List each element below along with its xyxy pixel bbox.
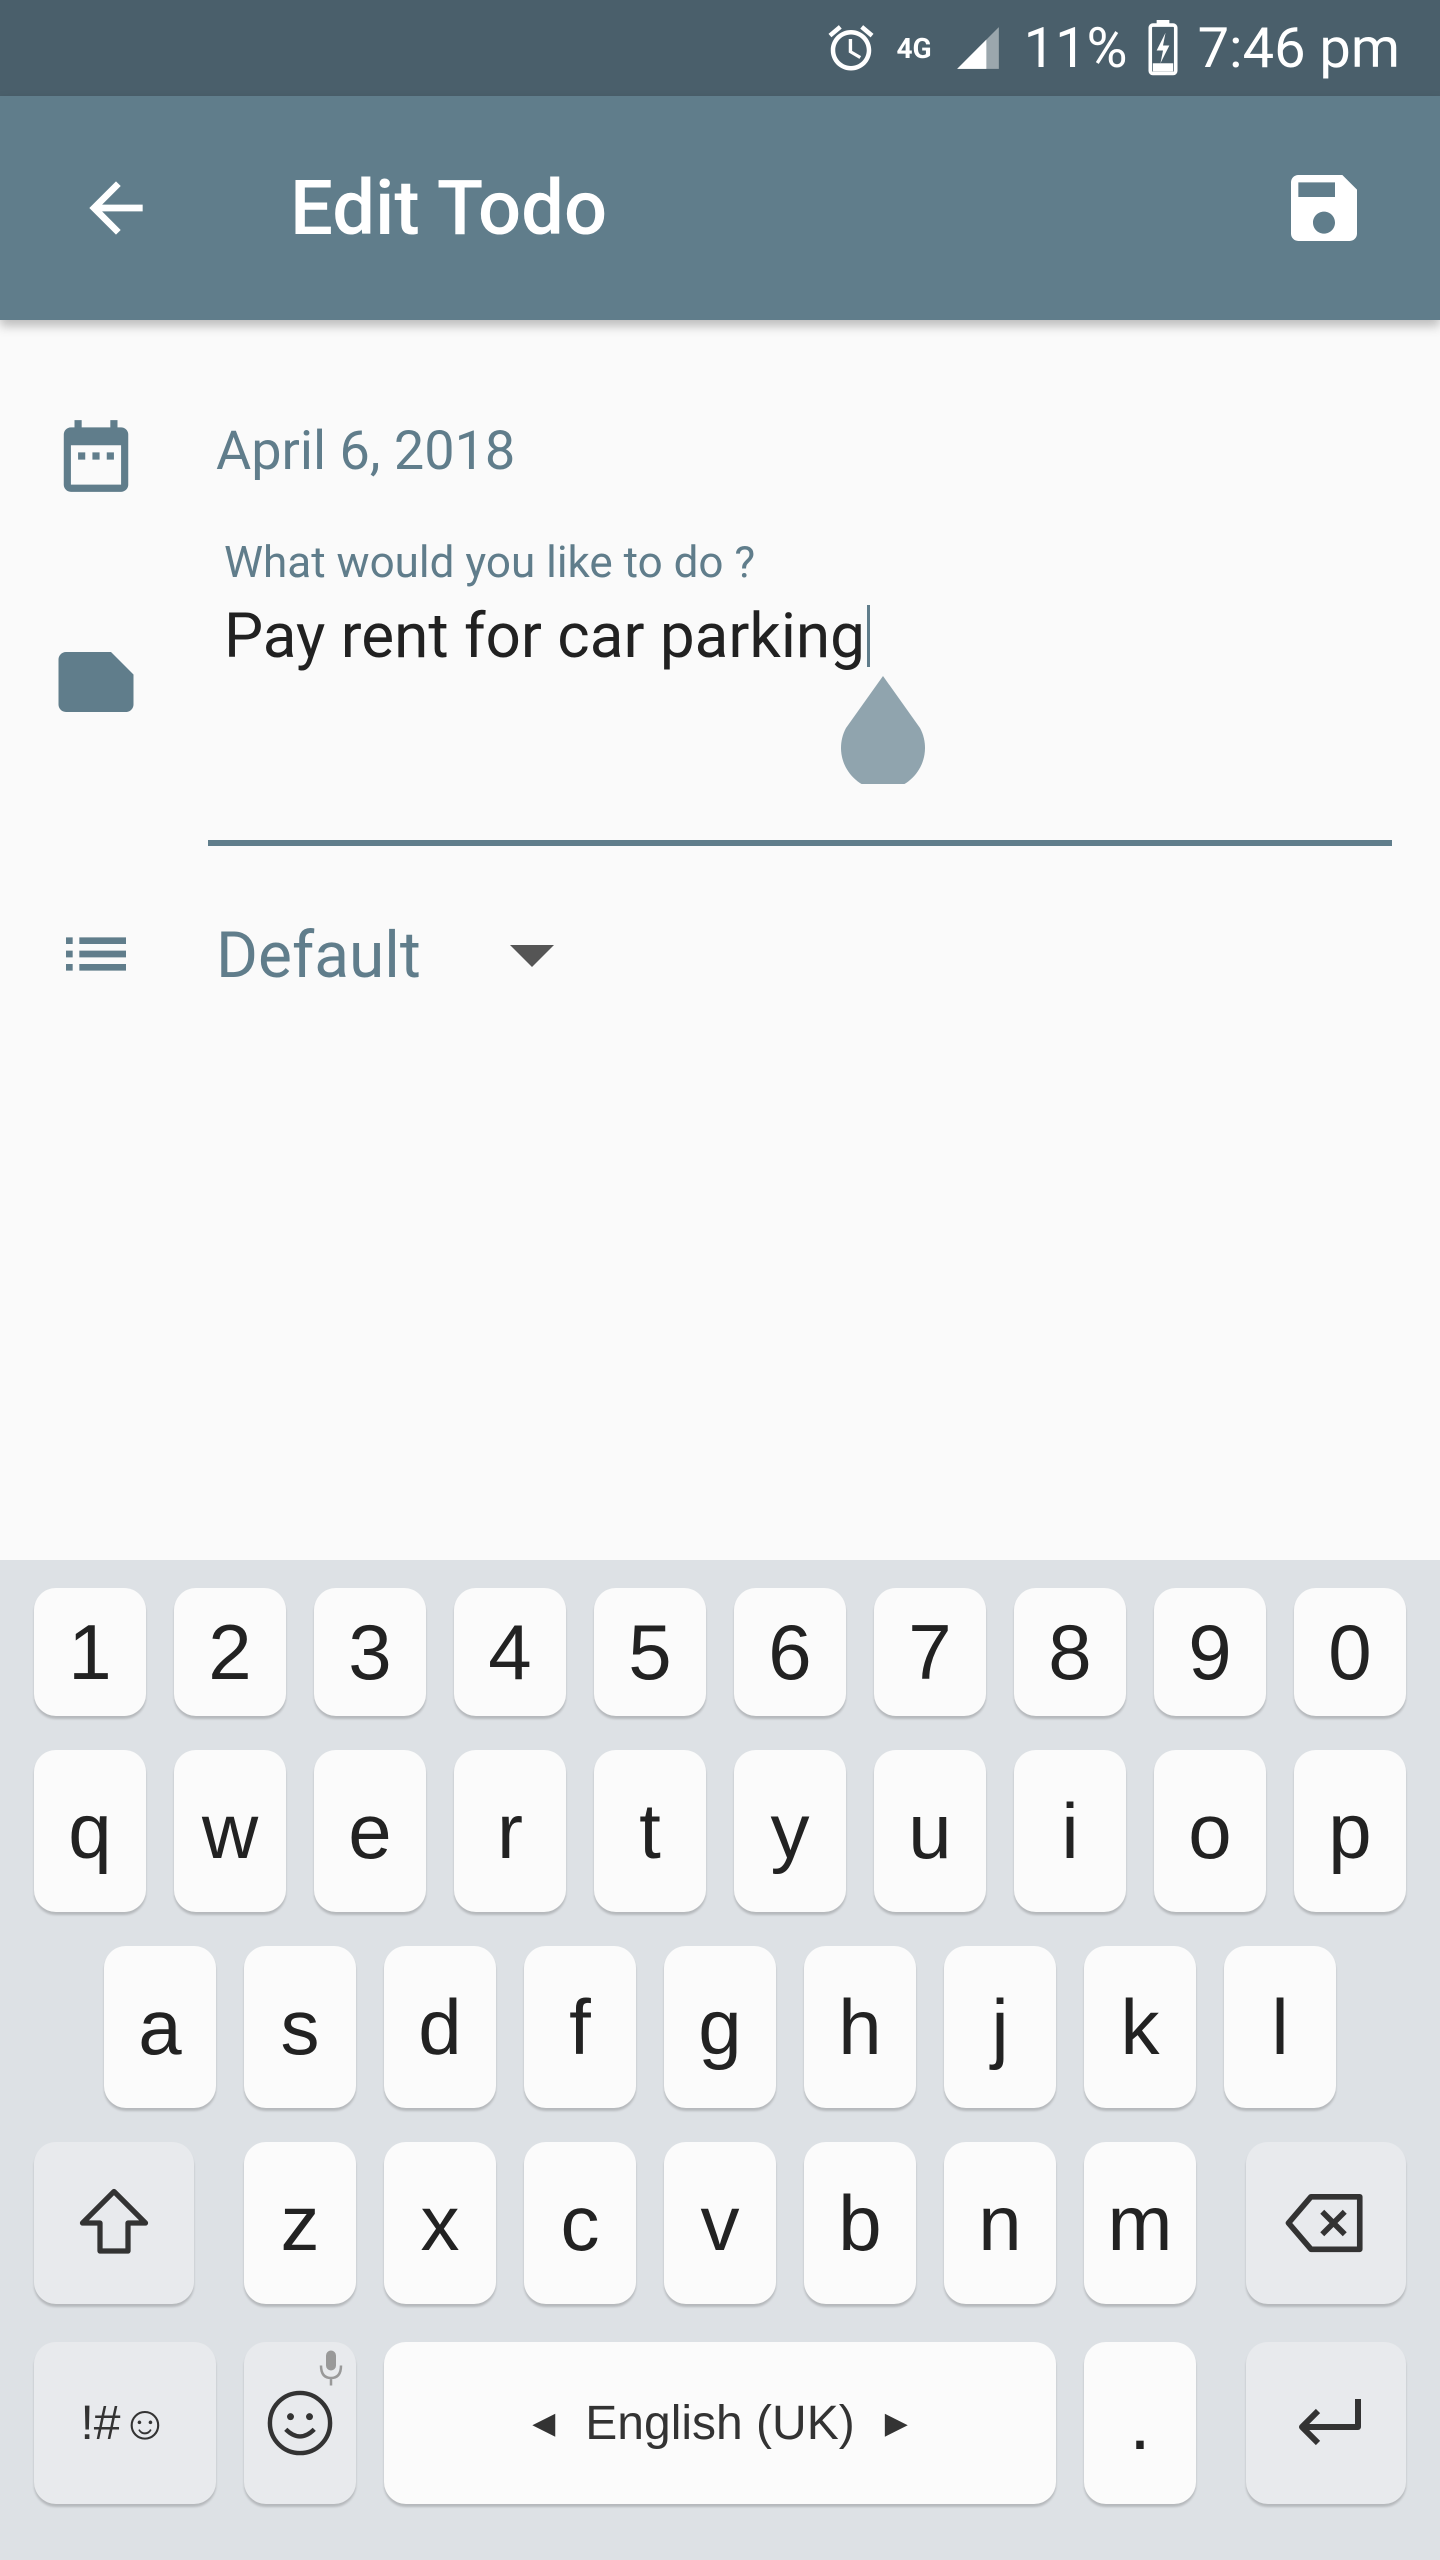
todo-field-label: What would you like to do ? [224, 536, 756, 588]
chevron-left-icon: ◀ [532, 2406, 556, 2440]
key-e[interactable]: e [314, 1750, 426, 1912]
note-icon [50, 636, 142, 728]
symbols-key[interactable]: !#☺ [34, 2342, 216, 2504]
emoji-key[interactable] [244, 2342, 356, 2504]
network-type: 4G [896, 31, 932, 65]
key-p[interactable]: p [1294, 1750, 1406, 1912]
calendar-icon [50, 410, 142, 502]
battery-percent: 11% [1023, 15, 1128, 81]
key-d[interactable]: d [384, 1946, 496, 2108]
symbols-key-label: !#☺ [80, 2396, 170, 2450]
shift-key[interactable] [34, 2142, 194, 2304]
key-f[interactable]: f [524, 1946, 636, 2108]
key-3[interactable]: 3 [314, 1588, 426, 1716]
key-b[interactable]: b [804, 2142, 916, 2304]
key-g[interactable]: g [664, 1946, 776, 2108]
backspace-icon [1285, 2193, 1363, 2253]
space-key-label: English (UK) [585, 2396, 855, 2450]
key-8[interactable]: 8 [1014, 1588, 1126, 1716]
key-6[interactable]: 6 [734, 1588, 846, 1716]
backspace-key[interactable] [1246, 2142, 1406, 2304]
key-5[interactable]: 5 [594, 1588, 706, 1716]
key-k[interactable]: k [1084, 1946, 1196, 2108]
key-x[interactable]: x [384, 2142, 496, 2304]
alarm-icon [824, 21, 878, 75]
key-c[interactable]: c [524, 2142, 636, 2304]
key-z[interactable]: z [244, 2142, 356, 2304]
key-0[interactable]: 0 [1294, 1588, 1406, 1716]
key-s[interactable]: s [244, 1946, 356, 2108]
period-key[interactable]: . [1084, 2342, 1196, 2504]
key-t[interactable]: t [594, 1750, 706, 1912]
key-j[interactable]: j [944, 1946, 1056, 2108]
status-bar: 4G 11% 7:46 pm [0, 0, 1440, 96]
key-u[interactable]: u [874, 1750, 986, 1912]
key-9[interactable]: 9 [1154, 1588, 1266, 1716]
key-h[interactable]: h [804, 1946, 916, 2108]
key-q[interactable]: q [34, 1750, 146, 1912]
arrow-back-icon [89, 181, 143, 235]
key-n[interactable]: n [944, 2142, 1056, 2304]
key-1[interactable]: 1 [34, 1588, 146, 1716]
key-o[interactable]: o [1154, 1750, 1266, 1912]
key-i[interactable]: i [1014, 1750, 1126, 1912]
clock: 7:46 pm [1197, 15, 1400, 81]
key-4[interactable]: 4 [454, 1588, 566, 1716]
space-key[interactable]: ◀ English (UK) ▶ [384, 2342, 1056, 2504]
back-button[interactable] [56, 148, 176, 268]
battery-charging-icon [1146, 20, 1180, 76]
key-a[interactable]: a [104, 1946, 216, 2108]
todo-input[interactable]: Pay rent for car parking [224, 600, 870, 673]
key-w[interactable]: w [174, 1750, 286, 1912]
cursor-handle[interactable] [838, 676, 928, 790]
signal-icon [950, 23, 1006, 73]
list-icon [50, 908, 142, 1000]
key-y[interactable]: y [734, 1750, 846, 1912]
keyboard: 1 2 3 4 5 6 7 8 9 0 q w e r t y u i o p … [0, 1560, 1440, 2560]
save-icon [1291, 175, 1357, 241]
dropdown-arrow-icon[interactable] [510, 945, 554, 967]
text-cursor [866, 605, 870, 667]
enter-icon [1299, 2399, 1361, 2446]
emoji-icon [267, 2390, 333, 2456]
date-picker[interactable]: April 6, 2018 [216, 420, 515, 483]
mic-icon [319, 2350, 343, 2386]
key-l[interactable]: l [1224, 1946, 1336, 2108]
shift-icon [79, 2188, 149, 2254]
category-dropdown[interactable]: Default [216, 918, 421, 993]
key-2[interactable]: 2 [174, 1588, 286, 1716]
key-m[interactable]: m [1084, 2142, 1196, 2304]
todo-input-text: Pay rent for car parking [224, 600, 865, 673]
key-r[interactable]: r [454, 1750, 566, 1912]
key-7[interactable]: 7 [874, 1588, 986, 1716]
key-v[interactable]: v [664, 2142, 776, 2304]
save-button[interactable] [1264, 148, 1384, 268]
app-bar: Edit Todo [0, 96, 1440, 320]
chevron-right-icon: ▶ [884, 2406, 908, 2440]
page-title: Edit Todo [290, 163, 608, 253]
enter-key[interactable] [1246, 2342, 1406, 2504]
todo-field-underline [208, 840, 1392, 846]
